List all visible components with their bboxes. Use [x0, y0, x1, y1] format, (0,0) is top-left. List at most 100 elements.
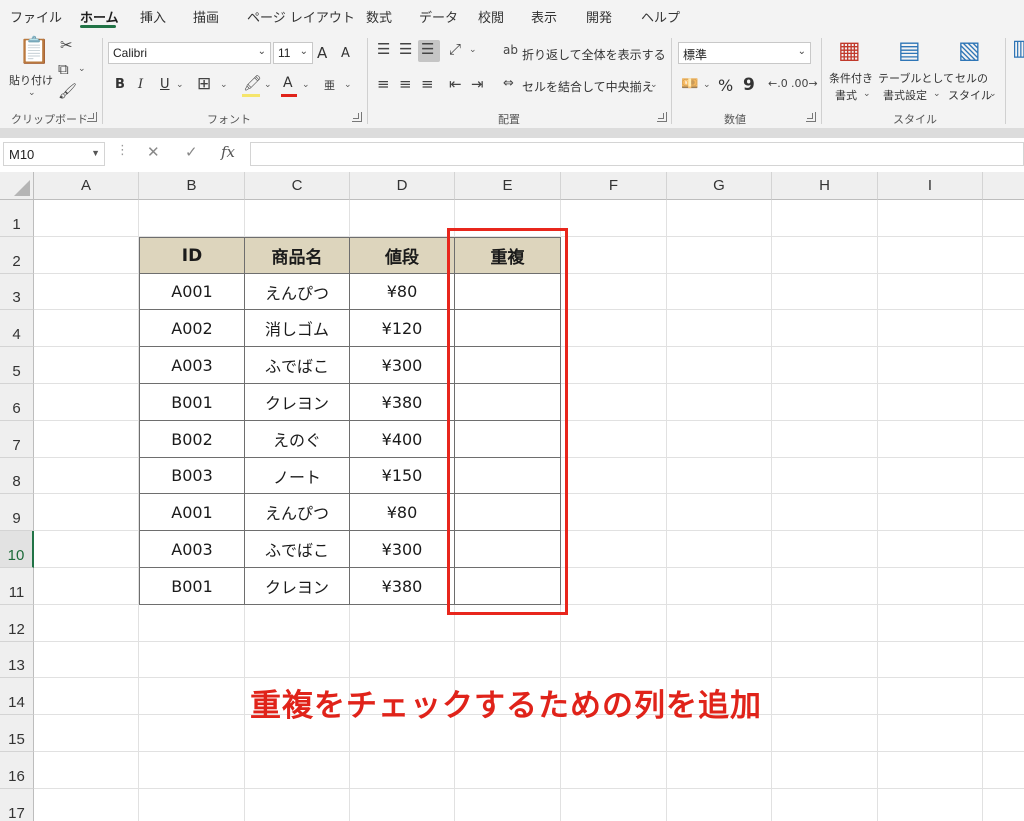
row-header-7[interactable]: 7: [0, 421, 34, 458]
table-cell[interactable]: ¥80: [350, 494, 455, 531]
row-header-8[interactable]: 8: [0, 458, 34, 494]
copy-icon[interactable]: ⧉: [58, 62, 69, 77]
tab-draw[interactable]: 描画: [193, 7, 219, 26]
format-painter-icon[interactable]: 🖌: [58, 84, 77, 99]
table-cell[interactable]: ¥120: [350, 310, 455, 347]
column-header-i[interactable]: I: [878, 172, 983, 200]
merge-dropdown-icon[interactable]: ⌄: [650, 80, 658, 90]
borders-icon[interactable]: ⊞: [197, 76, 211, 93]
column-header-d[interactable]: D: [350, 172, 455, 200]
table-cell[interactable]: クレヨン: [245, 568, 350, 605]
table-cell[interactable]: B001: [139, 568, 245, 605]
table-cell[interactable]: 消しゴム: [245, 310, 350, 347]
cut-icon[interactable]: ✂: [60, 38, 73, 53]
insert-function-icon[interactable]: fx: [221, 143, 235, 161]
row-header-17[interactable]: 17: [0, 789, 34, 821]
tab-formulas[interactable]: 数式: [366, 7, 392, 26]
cell-styles-button[interactable]: セルの: [955, 70, 988, 86]
column-header-e[interactable]: E: [455, 172, 561, 200]
bold-button[interactable]: B: [115, 77, 125, 92]
row-header-13[interactable]: 13: [0, 642, 34, 678]
row-header-11[interactable]: 11: [0, 568, 34, 605]
alignment-launcher-icon[interactable]: [657, 112, 667, 122]
table-cell[interactable]: A001: [139, 274, 245, 310]
row-header-5[interactable]: 5: [0, 347, 34, 384]
enter-icon[interactable]: ✓: [185, 143, 198, 161]
decrease-decimal-icon[interactable]: .00→: [791, 78, 818, 89]
align-center-icon[interactable]: ≡: [399, 77, 412, 92]
clipboard-launcher-icon[interactable]: [87, 112, 97, 122]
table-cell[interactable]: A003: [139, 347, 245, 384]
table-cell[interactable]: ¥300: [350, 531, 455, 568]
table-cell[interactable]: ふでばこ: [245, 531, 350, 568]
row-header-2[interactable]: 2: [0, 237, 34, 274]
decrease-indent-icon[interactable]: ⇤: [449, 77, 462, 92]
paste-dropdown-icon[interactable]: ⌄: [28, 88, 36, 98]
insert-cells-icon[interactable]: ▥: [1012, 38, 1024, 60]
number-format-select[interactable]: 標準 ⌄: [678, 42, 811, 64]
row-header-9[interactable]: 9: [0, 494, 34, 531]
table-cell[interactable]: B003: [139, 458, 245, 494]
column-header-f[interactable]: F: [561, 172, 667, 200]
table-cell[interactable]: えんぴつ: [245, 494, 350, 531]
font-size-select[interactable]: 11 ⌄: [273, 42, 313, 64]
align-middle-icon[interactable]: ☰: [399, 42, 412, 57]
table-cell[interactable]: A003: [139, 531, 245, 568]
formula-input[interactable]: [250, 142, 1024, 166]
table-cell[interactable]: B001: [139, 384, 245, 421]
row-header-10[interactable]: 10: [0, 531, 34, 568]
orientation-icon[interactable]: ⤢: [449, 42, 461, 57]
table-cell[interactable]: ¥80: [350, 274, 455, 310]
paste-button[interactable]: 貼り付け: [9, 72, 53, 88]
font-name-select[interactable]: Calibri ⌄: [108, 42, 271, 64]
column-header-b[interactable]: B: [139, 172, 245, 200]
shrink-font-button[interactable]: A: [341, 46, 350, 61]
table-cell[interactable]: A001: [139, 494, 245, 531]
table-cell[interactable]: ふでばこ: [245, 347, 350, 384]
wrap-text-button[interactable]: 折り返して全体を表示する: [522, 46, 666, 63]
tab-page-layout[interactable]: ページ レイアウト: [247, 7, 355, 26]
table-cell[interactable]: クレヨン: [245, 384, 350, 421]
copy-dropdown-icon[interactable]: ⌄: [78, 64, 86, 74]
table-cell[interactable]: B002: [139, 421, 245, 458]
table-header-cell[interactable]: ID: [139, 237, 245, 274]
accounting-dropdown-icon[interactable]: ⌄: [703, 80, 711, 90]
format-as-table-icon[interactable]: ▤: [898, 38, 921, 62]
table-header-cell[interactable]: 値段: [350, 237, 455, 274]
table-cell[interactable]: ¥150: [350, 458, 455, 494]
table-header-cell[interactable]: 商品名: [245, 237, 350, 274]
tab-home[interactable]: ホーム: [80, 7, 119, 26]
table-cell[interactable]: ¥300: [350, 347, 455, 384]
font-color-button[interactable]: A: [283, 75, 293, 91]
align-right-icon[interactable]: ≡: [421, 77, 434, 92]
table-cell[interactable]: ノート: [245, 458, 350, 494]
table-cell[interactable]: えんぴつ: [245, 274, 350, 310]
phonetic-button[interactable]: 亜: [324, 77, 335, 93]
underline-button[interactable]: U: [160, 77, 170, 92]
tab-insert[interactable]: 挿入: [140, 7, 166, 26]
italic-button[interactable]: I: [138, 77, 143, 92]
name-box[interactable]: M10 ▼: [3, 142, 105, 166]
fill-color-dropdown-icon[interactable]: ⌄: [264, 80, 272, 90]
table-cell[interactable]: A002: [139, 310, 245, 347]
increase-decimal-icon[interactable]: ←.0: [768, 78, 788, 89]
format-as-table-button[interactable]: テーブルとして: [878, 70, 954, 86]
font-launcher-icon[interactable]: [352, 112, 362, 122]
borders-dropdown-icon[interactable]: ⌄: [220, 80, 228, 90]
row-header-1[interactable]: 1: [0, 200, 34, 237]
row-header-4[interactable]: 4: [0, 310, 34, 347]
underline-dropdown-icon[interactable]: ⌄: [176, 80, 184, 90]
row-header-3[interactable]: 3: [0, 274, 34, 310]
tab-file[interactable]: ファイル: [10, 7, 62, 26]
column-header-a[interactable]: A: [34, 172, 139, 200]
tab-view[interactable]: 表示: [531, 7, 557, 26]
fill-color-icon[interactable]: 🖍: [243, 76, 262, 91]
tab-help[interactable]: ヘルプ: [641, 7, 680, 26]
orientation-dropdown-icon[interactable]: ⌄: [469, 45, 477, 55]
percent-button[interactable]: %: [718, 76, 733, 95]
align-bottom-icon[interactable]: ☰: [421, 42, 434, 57]
conditional-formatting-icon[interactable]: ▦: [838, 38, 861, 62]
row-header-14[interactable]: 14: [0, 678, 34, 715]
grow-font-button[interactable]: A: [317, 44, 327, 62]
table-cell[interactable]: ¥380: [350, 384, 455, 421]
